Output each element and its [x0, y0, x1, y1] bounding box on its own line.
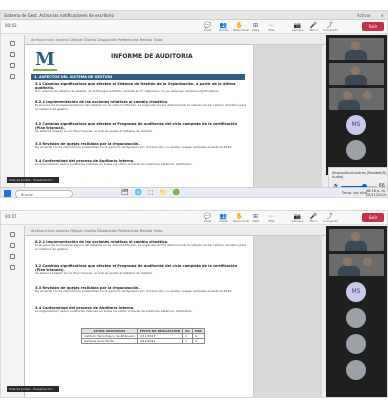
participant-video[interactable] — [329, 88, 384, 110]
tool-icon[interactable] — [10, 254, 15, 259]
video-caption: Sala de Juntas · Presentación — [7, 386, 59, 392]
leave-button[interactable]: Salir — [362, 213, 384, 222]
leave-button[interactable]: Salir — [362, 22, 384, 31]
tool-icon[interactable] — [10, 63, 15, 68]
participants-panel: MS — [326, 226, 387, 397]
participant-avatar[interactable] — [346, 334, 366, 354]
chat-button[interactable]: 💬 Chat — [201, 22, 214, 33]
react-button[interactable]: ✋ Reaccionar — [233, 213, 250, 224]
doc-item: 3.4 Conformidad del proceso de Auditoría… — [35, 306, 193, 313]
table-row: Campus Sede Norte 4/12/2023 1 3 — [81, 338, 205, 344]
doc-item: 8.2.2 Implementación de las acciones rel… — [35, 240, 247, 251]
taskbar-apps[interactable]: 🗂 🌐 ⬚ 📁 🟢 — [121, 189, 182, 196]
system-tray[interactable]: Temp. del sitio — [342, 191, 367, 195]
tool-icon[interactable] — [10, 265, 15, 270]
left-toolbar — [1, 226, 25, 397]
doc-item: 8.2.2 Implementación de las acciones rel… — [35, 100, 247, 111]
activate-button[interactable]: Activar — [357, 11, 371, 20]
meeting-toolbar: 00:07 💬 Chat 👥 Gente ✋ Reaccionar ⊞ Vista ⋯ M… — [1, 211, 387, 225]
table-row: Instituto Tecnológico de Zitácuaro 4/11/… — [81, 333, 205, 339]
share-button[interactable]: ⤴ Compartir — [323, 22, 338, 33]
audited-sites-table: SITIOS AUDITADOS FECHA DE REALIZACIÓN NC… — [81, 328, 205, 344]
word-ribbon: Archivo Inicio Insertar Dibujar Diseño D… — [1, 35, 328, 45]
organization-logo: M — [35, 49, 55, 70]
close-icon[interactable]: ✕ — [381, 11, 384, 20]
column-header: FECHA DE REALIZACIÓN — [136, 328, 184, 334]
participant-avatar[interactable] — [346, 140, 366, 160]
meeting-screenshot-1: Sistema de Gest. Activa las notificacion… — [0, 10, 388, 198]
tool-icon[interactable] — [10, 41, 15, 46]
notification-text: Sistema de Gest. Activa las notificacion… — [4, 13, 114, 18]
participant-avatar[interactable] — [346, 308, 366, 328]
people-button[interactable]: 👥 Gente — [217, 213, 230, 224]
notification-bar: Sistema de Gest. Activa las notificacion… — [1, 11, 387, 20]
meeting-toolbar: 00:03 💬 Chat 👥 Gente ✋ Reaccionar ⊞ Vista ⋯ M… — [1, 20, 387, 34]
doc-item: 3.3 Revisión de quejas recibidas por la … — [35, 142, 233, 149]
meeting-timer: 00:07 — [5, 214, 17, 219]
more-button[interactable]: ⋯ Más — [265, 22, 278, 33]
more-button[interactable]: ⋯ Más — [265, 213, 278, 224]
doc-item: 3.2 Cambios significativos que afecten e… — [35, 122, 238, 133]
mic-button[interactable]: 🎤 Micro — [307, 22, 320, 33]
share-button[interactable]: ⤴ Compartir — [323, 213, 338, 224]
view-button[interactable]: ⊞ Vista — [249, 22, 262, 33]
participant-video[interactable] — [329, 38, 384, 60]
tool-icon[interactable] — [10, 243, 15, 248]
react-button[interactable]: ✋ Reaccionar — [233, 22, 250, 33]
shared-screen: Archivo Inicio Insertar Dibujar Diseño D… — [1, 35, 328, 187]
document-page: 8.2.2 Implementación de las acciones rel… — [25, 236, 253, 397]
left-toolbar — [1, 35, 25, 187]
tool-icon[interactable] — [10, 52, 15, 57]
camera-button[interactable]: 📷 Cámara — [291, 22, 304, 33]
video-caption: Sala de Juntas · Presentación — [7, 177, 59, 183]
shared-screen: Archivo Inicio Insertar Dibujar Diseño D… — [1, 226, 328, 397]
table-header-row: SITIOS AUDITADOS FECHA DE REALIZACIÓN NC… — [81, 328, 205, 334]
windows-start-icon[interactable] — [4, 190, 11, 197]
chat-button[interactable]: 💬 Chat — [201, 213, 214, 224]
view-button[interactable]: ⊞ Vista — [249, 213, 262, 224]
meeting-timer: 00:03 — [5, 23, 17, 28]
logo-underline — [33, 69, 57, 71]
participants-panel: MS — [326, 35, 387, 175]
participant-avatar[interactable]: MS — [346, 115, 366, 135]
participant-avatar[interactable] — [346, 360, 366, 380]
tool-icon[interactable] — [10, 232, 15, 237]
section-heading: 3. ASPECTOS DEL SISTEMA DE GESTIÓN — [31, 74, 245, 80]
taskbar-clock[interactable]: 06:16 p. m. 25/11/2024 — [366, 189, 386, 197]
doc-item: 3.4 Conformidad del proceso de Auditoría… — [35, 159, 193, 166]
audio-device-name: Altavoz/Auriculares (Realtek(R) Audio) — [332, 171, 387, 179]
document-title: INFORME DE AUDITORIA — [111, 53, 193, 60]
participant-video[interactable] — [329, 254, 384, 276]
doc-item: 3.1 Cambios significativos que afecten e… — [35, 82, 236, 93]
mic-button[interactable]: 🎤 Micro — [307, 213, 320, 224]
participant-video[interactable] — [329, 63, 384, 85]
participant-video[interactable] — [329, 229, 384, 251]
people-button[interactable]: 👥 Gente — [217, 22, 230, 33]
word-ribbon: Archivo Inicio Insertar Dibujar Diseño D… — [1, 226, 328, 236]
participant-avatar[interactable]: MS — [346, 282, 366, 302]
meeting-screenshot-2: 00:07 💬 Chat 👥 Gente ✋ Reaccionar ⊞ Vista ⋯ M… — [0, 210, 388, 398]
tool-icon[interactable] — [10, 74, 15, 79]
taskbar-search[interactable]: Buscar — [15, 190, 73, 197]
doc-item: 3.2 Cambios significativos que afecten e… — [35, 264, 238, 275]
document-page: M INFORME DE AUDITORIA 3. ASPECTOS DEL S… — [25, 45, 253, 187]
doc-item: 3.3 Revisión de quejas recibidas por la … — [35, 286, 233, 293]
camera-button[interactable]: 📷 Cámara — [291, 213, 304, 224]
windows-taskbar: Buscar 🗂 🌐 ⬚ 📁 🟢 Temp. del sitio 06:16 p… — [1, 187, 387, 197]
